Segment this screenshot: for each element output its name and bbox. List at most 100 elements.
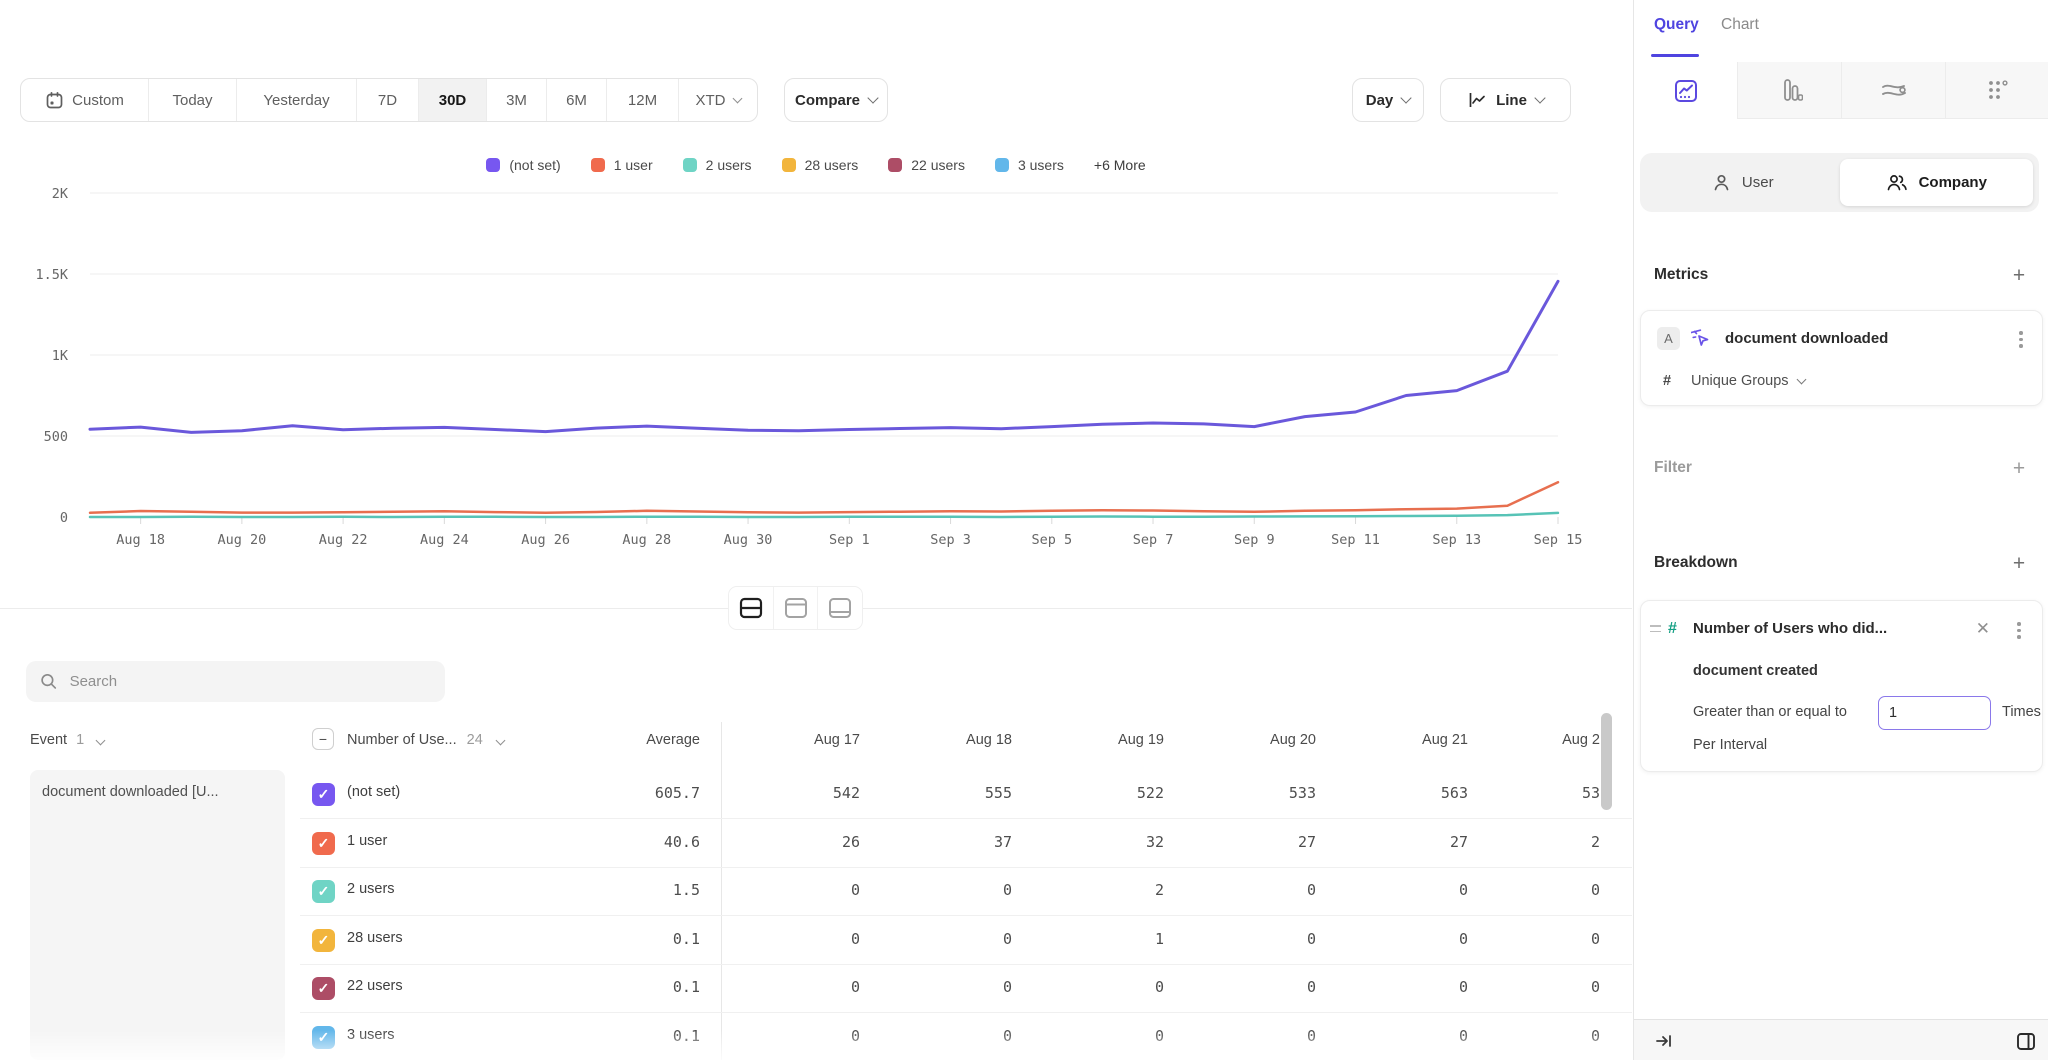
cell-value: 0	[1470, 978, 1600, 996]
close-icon[interactable]: ✕	[1976, 620, 1990, 637]
search-icon	[40, 672, 58, 691]
series-label: (not set)	[347, 784, 400, 800]
cell-value: 27	[1338, 833, 1468, 851]
cell-value: 0	[1470, 881, 1600, 899]
compare-button[interactable]: Compare	[784, 78, 888, 122]
breakdown-options-kebab-icon[interactable]	[2012, 622, 2026, 639]
series-checkbox[interactable]: ✓	[312, 832, 335, 855]
scope-user[interactable]: User	[1646, 159, 1840, 206]
cell-value: 0	[1186, 1027, 1316, 1045]
granularity-button[interactable]: Day	[1352, 78, 1424, 122]
series-label: 28 users	[347, 930, 403, 946]
scope-company[interactable]: Company	[1840, 159, 2034, 206]
series-line-1-user[interactable]	[90, 482, 1558, 513]
series-checkbox[interactable]: ✓	[312, 977, 335, 1000]
x-axis-tick-label: Sep 1	[829, 532, 870, 548]
select-all-checkbox[interactable]: −	[312, 728, 334, 750]
cell-value: 522	[1034, 784, 1164, 802]
search-input[interactable]	[70, 673, 431, 690]
filter-heading: Filter	[1654, 459, 1692, 477]
average-value: 0.1	[560, 978, 700, 996]
breakdown-event-name[interactable]: document created	[1693, 663, 1818, 679]
insights-chart-tab[interactable]	[1634, 62, 1737, 119]
x-axis-tick-label: Sep 13	[1432, 532, 1481, 548]
event-list-item[interactable]: document downloaded [U...	[30, 770, 285, 1060]
tab-query[interactable]: Query	[1654, 16, 1699, 34]
range-label: Custom	[72, 92, 124, 109]
range-today[interactable]: Today	[149, 79, 237, 121]
metric-event-name[interactable]: document downloaded	[1725, 330, 1888, 347]
breakdown-card[interactable]: # Number of Users who did... ✕ document …	[1640, 600, 2043, 772]
condition-unit-label: Times	[2002, 704, 2041, 720]
date-column-header[interactable]: Aug 21	[1338, 732, 1468, 748]
calendar-icon	[45, 91, 64, 110]
range-yesterday[interactable]: Yesterday	[237, 79, 357, 121]
collapse-panel-button[interactable]	[1652, 1029, 1676, 1053]
granularity-label: Day	[1366, 92, 1394, 109]
add-metric-button[interactable]: +	[2008, 265, 2030, 287]
x-axis-tick-label: Aug 20	[217, 532, 266, 548]
tab-chart[interactable]: Chart	[1721, 16, 1759, 34]
average-value: 605.7	[560, 784, 700, 802]
metric-options-kebab-icon[interactable]	[2014, 331, 2028, 348]
cell-value: 0	[1338, 881, 1468, 899]
retention-grid-tab[interactable]	[1945, 62, 2048, 119]
toggle-sidebar-button[interactable]	[2013, 1028, 2039, 1054]
series-checkbox[interactable]: ✓	[312, 929, 335, 952]
metric-card[interactable]: A document downloaded # Unique Groups	[1640, 310, 2043, 406]
range-3m[interactable]: 3M	[487, 79, 547, 121]
range-custom[interactable]: Custom	[21, 79, 149, 121]
breakdown-title[interactable]: Number of Users who did...	[1693, 620, 1887, 637]
range-label: 6M	[566, 92, 587, 109]
date-column-header[interactable]: Aug 18	[882, 732, 1012, 748]
range-label: 12M	[628, 92, 657, 109]
table-scrollbar[interactable]	[1601, 713, 1612, 810]
flow-chart-tab[interactable]	[1841, 62, 1945, 119]
cell-value: 0	[1470, 930, 1600, 948]
range-xtd[interactable]: XTD	[679, 79, 757, 121]
range-12m[interactable]: 12M	[607, 79, 679, 121]
metrics-heading: Metrics	[1654, 266, 1708, 284]
series-column-header[interactable]: Number of Use... 24	[347, 732, 504, 748]
event-column-header[interactable]: Event 1	[30, 732, 104, 748]
chart-only-view-button[interactable]	[773, 587, 818, 629]
average-value: 1.5	[560, 881, 700, 899]
line-chart[interactable]: 2K1.5K1K5000Aug 18Aug 20Aug 22Aug 24Aug …	[0, 140, 1632, 570]
date-column-header[interactable]: Aug 19	[1034, 732, 1164, 748]
chevron-down-icon	[732, 93, 742, 103]
series-checkbox[interactable]: ✓	[312, 1026, 335, 1049]
series-line--not-set-[interactable]	[90, 281, 1558, 432]
x-axis-tick-label: Sep 11	[1331, 532, 1380, 548]
add-filter-button[interactable]: +	[2008, 458, 2030, 480]
date-column-header[interactable]: Aug 17	[730, 732, 860, 748]
bar-chart-tab[interactable]	[1737, 62, 1841, 119]
series-checkbox[interactable]: ✓	[312, 880, 335, 903]
event-click-icon	[1691, 328, 1712, 349]
event-count: 1	[76, 732, 84, 748]
interval-label[interactable]: Per Interval	[1693, 737, 1767, 753]
range-7d[interactable]: 7D	[357, 79, 419, 121]
average-column-header[interactable]: Average	[560, 732, 700, 748]
compare-label: Compare	[795, 92, 860, 109]
split-view-button[interactable]	[729, 587, 773, 629]
flow-sankey-icon	[1880, 77, 1908, 103]
table-row: ✓3 users0.1000000	[300, 1013, 1632, 1060]
date-column-header[interactable]: Aug 20	[1186, 732, 1316, 748]
cell-value: 555	[882, 784, 1012, 802]
table-only-view-button[interactable]	[817, 587, 862, 629]
range-30d[interactable]: 30D	[419, 79, 487, 121]
condition-value-input[interactable]	[1878, 696, 1991, 730]
chart-type-button[interactable]: Line	[1440, 78, 1571, 122]
x-axis-tick-label: Sep 3	[930, 532, 971, 548]
cell-value: 26	[730, 833, 860, 851]
active-tab-underline	[1651, 54, 1699, 57]
range-6m[interactable]: 6M	[547, 79, 607, 121]
add-breakdown-button[interactable]: +	[2008, 553, 2030, 575]
series-checkbox[interactable]: ✓	[312, 783, 335, 806]
aggregation-selector[interactable]: Unique Groups	[1691, 373, 1805, 389]
condition-label[interactable]: Greater than or equal to	[1693, 704, 1847, 720]
chart-type-strip	[1634, 62, 2048, 119]
drag-handle-icon[interactable]	[1650, 625, 1661, 632]
cell-value: 53	[1470, 784, 1600, 802]
date-column-header[interactable]: Aug 2	[1470, 732, 1600, 748]
